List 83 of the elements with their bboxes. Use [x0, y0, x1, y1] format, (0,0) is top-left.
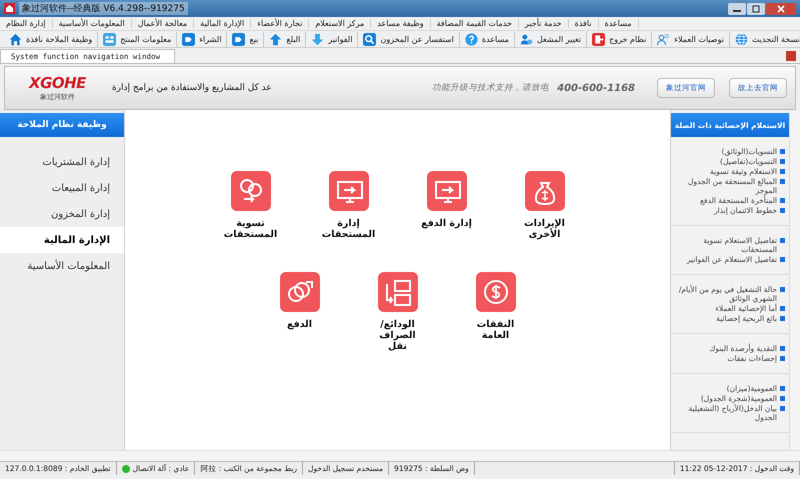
toolbar-button[interactable]: الشراء	[177, 32, 228, 46]
slogan: عد كل المشاريع والاستفادة من برامج إدارة	[112, 83, 272, 93]
toolbar-button[interactable]: مساعدة	[460, 32, 515, 46]
product-icon	[103, 32, 116, 46]
maximize-button[interactable]	[747, 2, 765, 14]
bullet-icon	[780, 149, 785, 154]
tag-icon	[182, 32, 196, 46]
function-tile[interactable]: إدارة المستحقات	[314, 170, 384, 241]
bullet-icon	[780, 346, 785, 351]
menu-item[interactable]: مركز الاستعلام	[309, 19, 372, 28]
minimize-button[interactable]	[728, 2, 746, 14]
sidebar-item[interactable]: إدارة المبيعات	[0, 175, 124, 201]
menu-item[interactable]: مساعدة	[598, 19, 639, 28]
status-dot-icon	[122, 464, 130, 472]
menu-item[interactable]: خدمة تأجير	[518, 19, 569, 28]
menu-item[interactable]: المعلومات الأساسية	[52, 19, 132, 28]
sidebar-item[interactable]: الإدارة المالية	[0, 227, 124, 253]
user-icon	[520, 32, 533, 46]
bullet-icon	[780, 306, 785, 311]
menu-item[interactable]: إدارة النظام	[0, 19, 53, 28]
toolbar-button[interactable]: وظيفة الملاحة نافذة	[4, 32, 98, 46]
bullet-icon	[780, 406, 785, 411]
toolbar-button[interactable]: استفسار عن المخزون	[358, 32, 460, 46]
bullet-icon	[780, 356, 785, 361]
dollar-coin-icon	[484, 280, 508, 304]
toolbar-button[interactable]: نسخة التحديث	[730, 32, 800, 46]
close-button[interactable]	[766, 2, 796, 14]
app-logo-icon	[4, 3, 15, 14]
horizontal-scrollbar[interactable]	[0, 450, 800, 461]
menu-item[interactable]: الإدارة المالية	[194, 19, 252, 28]
toolbar-button[interactable]: معلومات المنتج	[98, 32, 178, 46]
menu-item[interactable]: نافذة	[568, 19, 599, 28]
toolbar-button[interactable]: البلغ	[264, 32, 306, 46]
monitor-icon	[434, 181, 460, 203]
support-text: 功能升级与技术支持，请致电	[432, 82, 550, 94]
help-icon	[464, 32, 478, 46]
menu-item[interactable]: خدمات القيمة المضافة	[430, 19, 519, 28]
home-icon	[9, 32, 22, 46]
bullet-icon	[780, 179, 785, 184]
monitor-icon	[336, 181, 362, 203]
function-tile[interactable]: النفقات العامة	[460, 271, 530, 353]
logo-text: XGOHE	[29, 74, 86, 92]
transfer-icon	[386, 280, 410, 306]
arrow-up-icon	[269, 32, 282, 46]
exit-icon	[592, 32, 606, 46]
toolbar-button[interactable]: بيع	[227, 32, 264, 46]
toolbar-button[interactable]: نظام خروج	[587, 32, 652, 46]
bullet-icon	[780, 198, 785, 203]
menu-item[interactable]: معالجة الأعمال	[132, 19, 194, 28]
bullet-icon	[780, 169, 785, 174]
menu-item[interactable]: تجارة الأعضاء	[251, 19, 310, 28]
sidebar-header: وظيفة نظام الملاحة	[0, 113, 124, 137]
function-tile[interactable]: الودائع/الصراف نقل	[362, 271, 432, 353]
window-title: 象过河软件--经典版 V6.4.298--919275	[19, 2, 188, 15]
function-tile[interactable]: الإيرادات الأخرى	[510, 170, 580, 241]
coins-arrow-icon	[240, 179, 262, 203]
sidebar-item[interactable]: إدارة المخزون	[0, 201, 124, 227]
bullet-icon	[780, 396, 785, 401]
bullet-icon	[780, 208, 785, 213]
bullet-icon	[780, 257, 785, 262]
scrollbar[interactable]	[789, 110, 800, 450]
function-tile[interactable]: تسوية المستحقات	[216, 170, 286, 241]
bullet-icon	[780, 316, 785, 321]
users-icon	[657, 32, 670, 46]
menu-item[interactable]: وظيفة مساعد	[371, 19, 431, 28]
sidebar-item[interactable]: إدارة المشتريات	[0, 149, 124, 175]
bullet-icon	[780, 287, 785, 292]
function-tile[interactable]: إدارة الدفع	[412, 170, 482, 241]
arrow-down-icon	[311, 32, 324, 46]
money-bag-icon	[534, 182, 555, 205]
phone-number: 400-600-1168	[557, 82, 635, 94]
function-tile[interactable]: الدفع	[264, 271, 334, 353]
globe-icon	[734, 32, 748, 46]
bullet-icon	[780, 386, 785, 391]
toolbar-button[interactable]: توصيات العملاء	[652, 32, 730, 46]
tag-icon	[232, 32, 246, 46]
toolbar-button[interactable]: تغيير المشغل	[514, 32, 588, 46]
search-icon	[363, 32, 376, 46]
sidebar-item[interactable]: المعلومات الأساسية	[0, 253, 124, 279]
bullet-icon	[780, 159, 785, 164]
bullet-icon	[780, 238, 785, 243]
toolbar-button[interactable]: الفواتير	[306, 32, 358, 46]
coins-icon	[288, 281, 312, 302]
